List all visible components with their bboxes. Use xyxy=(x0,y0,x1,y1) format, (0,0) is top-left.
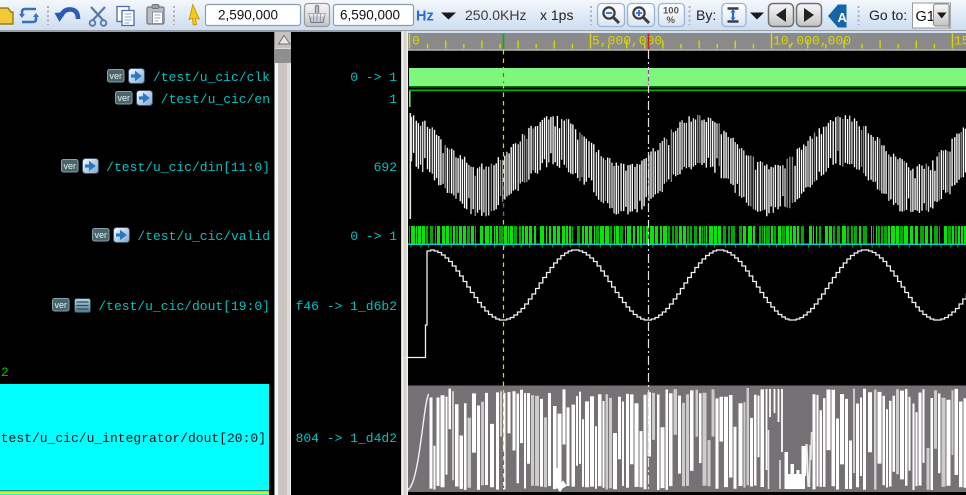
svg-text:ver: ver xyxy=(94,230,107,240)
svg-text:ver: ver xyxy=(54,300,67,310)
svg-text:0: 0 xyxy=(412,34,420,49)
svg-text:2,590,000: 2,590,000 xyxy=(218,8,278,23)
svg-text:ver: ver xyxy=(109,71,122,81)
svg-text:6,590,000: 6,590,000 xyxy=(340,8,400,23)
svg-text:ver: ver xyxy=(63,161,76,171)
svg-text:15: 15 xyxy=(954,34,966,49)
svg-text:ver: ver xyxy=(117,93,130,103)
svg-text:5,000,000: 5,000,000 xyxy=(592,34,662,49)
svg-text:10,000,000: 10,000,000 xyxy=(773,34,851,49)
